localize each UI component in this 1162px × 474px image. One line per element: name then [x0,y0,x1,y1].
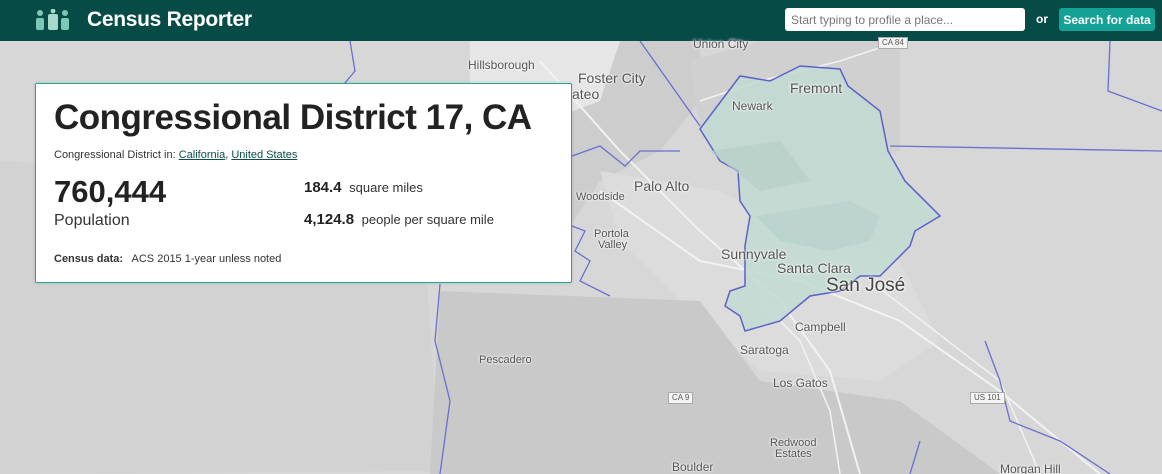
map-label-campbell: Campbell [795,320,846,334]
density-value: 4,124.8 [304,211,355,228]
map-label-los-gatos: Los Gatos [773,376,828,390]
census-data-label: Census data: [54,253,124,265]
map-label-saratoga: Saratoga [740,343,789,357]
area-value: 184.4 [304,179,342,196]
map-label-foster-city: Foster City [578,70,646,86]
map-label-woodside: Woodside [576,191,625,203]
map-label-palo-alto: Palo Alto [634,178,690,194]
parent-separator: , [225,149,229,161]
parent-link-california[interactable]: California [179,149,225,161]
parent-link-united-states[interactable]: United States [231,149,297,161]
parent-geographies: Congressional District in: California, U… [54,149,297,161]
map-label-union-city: Union City [693,37,749,51]
map-label-santa-clara: Santa Clara [777,260,851,276]
map-label-boulder: Boulder [672,460,714,474]
census-reporter-logo[interactable]: Census Reporter [35,7,252,33]
highway-shield-ca-84: CA 84 [878,37,908,49]
map-label-estates: Estates [775,448,812,460]
map-label-san-jose: San José [826,275,906,296]
geography-profile-card: Congressional District 17, CA Congressio… [35,83,572,283]
top-navigation-bar: Census Reporter or Search for data [0,0,1162,41]
map-label-newark: Newark [732,99,773,113]
map-label-pescadero: Pescadero [479,354,532,366]
density-stat: 4,124.8 people per square mile [304,211,494,228]
map-label-san-mateo: ateo [572,86,600,102]
map-label-morgan-hill: Morgan Hill [1000,462,1061,474]
census-data-note: Census data: ACS 2015 1-year unless note… [54,253,281,265]
map-label-valley: Valley [598,239,628,251]
population-value: 760,444 [54,174,167,209]
parents-prefix: Congressional District in: [54,149,176,161]
place-search-input[interactable] [785,8,1025,31]
density-unit: people per square mile [361,212,494,227]
highway-shield-us-101: US 101 [970,392,1005,404]
people-logo-icon [36,9,69,30]
or-label: or [1036,12,1048,26]
map-label-fremont: Fremont [790,80,843,96]
page-title: Congressional District 17, CA [54,98,532,137]
area-unit: square miles [349,180,423,195]
area-stat: 184.4 square miles [304,179,423,196]
search-for-data-button[interactable]: Search for data [1059,8,1155,31]
census-data-value: ACS 2015 1-year unless noted [131,253,282,265]
app-name: Census Reporter [87,8,252,31]
population-label: Population [54,212,130,229]
map-label-hillsborough: Hillsborough [468,58,535,72]
highway-shield-ca-9: CA 9 [668,392,694,404]
